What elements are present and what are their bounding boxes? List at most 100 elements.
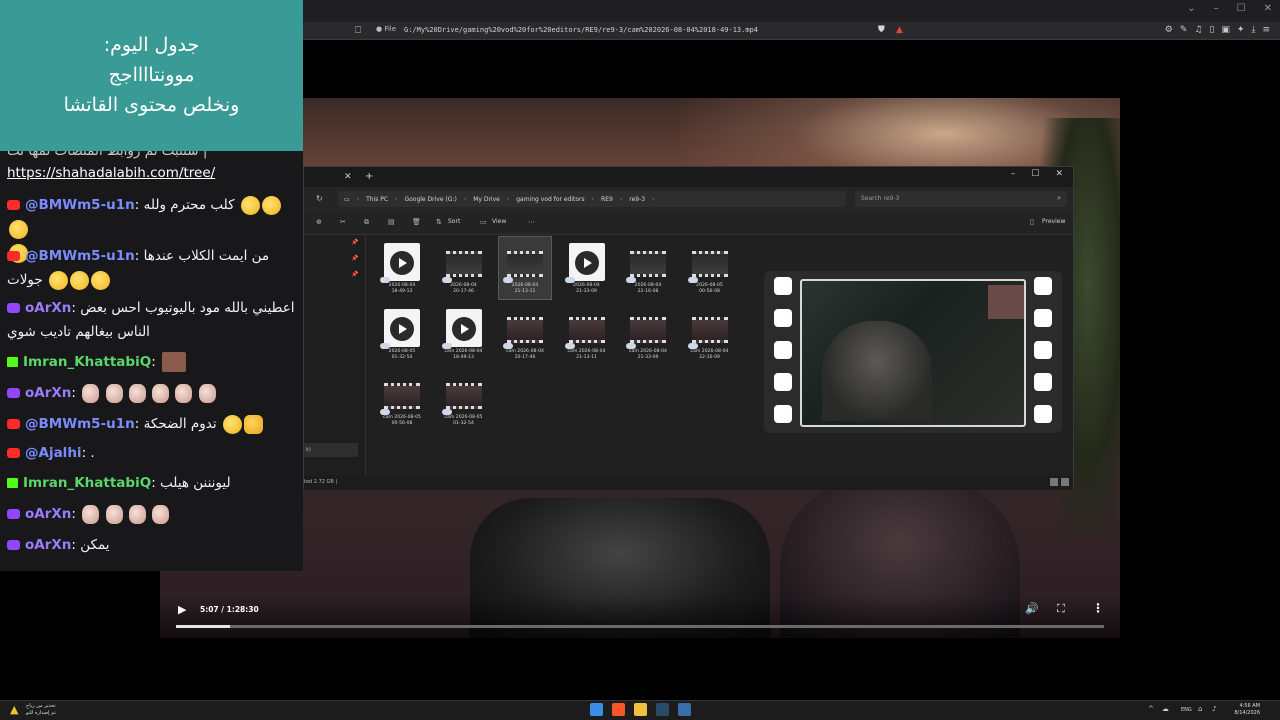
url-field[interactable]: G:/My%20Drive/gaming%20vod%20for%20edito…	[404, 26, 758, 34]
network-icon[interactable]: ⌂	[1198, 705, 1202, 713]
file-name: 2026-08-04 21-13-11	[511, 283, 539, 294]
breadcrumb-separator: ›	[652, 195, 655, 203]
video-file-icon	[384, 243, 420, 281]
volume-icon[interactable]: 🔊	[1025, 602, 1039, 615]
file-item[interactable]: cam 2026-08-04 18-49-13	[438, 303, 490, 365]
brave-shield-icon[interactable]: ⛊	[878, 25, 885, 35]
more-icon[interactable]: ⋯	[528, 218, 535, 226]
view-button[interactable]: View	[492, 218, 506, 225]
preview-pane-icon[interactable]: ▯	[1030, 218, 1034, 226]
seek-bar[interactable]	[176, 625, 1104, 628]
extension-icon[interactable]: ♫	[1194, 25, 1202, 35]
cut-icon[interactable]: ✂	[340, 218, 346, 226]
window-controls: ⌄ – ☐ ✕	[1187, 3, 1272, 14]
extension-icon[interactable]: ⚙	[1165, 25, 1173, 35]
copy-icon[interactable]: ⧉	[364, 218, 369, 227]
menu-icon[interactable]: ≡	[1262, 25, 1270, 35]
close-icon[interactable]: ✕	[1055, 169, 1063, 179]
weather-widget[interactable]: تحذير من رياح تم إصداره للتو	[26, 703, 56, 717]
preview-button[interactable]: Preview	[1042, 218, 1065, 225]
face-emote	[198, 383, 216, 403]
volume-tray-icon[interactable]: ♪	[1212, 705, 1216, 713]
breadcrumb-item[interactable]: My Drive	[473, 196, 500, 203]
tray-expand-icon[interactable]: ^	[1148, 705, 1154, 713]
tray-icon[interactable]: ☁	[1162, 705, 1169, 713]
face-emote	[105, 383, 123, 403]
nav-item-selected[interactable]: k)	[304, 443, 358, 457]
file-item[interactable]: 2026-08-04 20-17-46	[438, 237, 490, 299]
breadcrumb-item[interactable]: This PC	[366, 196, 388, 203]
breadcrumb[interactable]: ▭ › This PC › Google Drive (G:) › My Drive › g…	[338, 191, 846, 207]
face-emote	[152, 504, 170, 524]
details-view-icon[interactable]	[1050, 478, 1058, 486]
new-tab-icon[interactable]: +	[365, 171, 373, 182]
minimize-button[interactable]: –	[1214, 3, 1219, 14]
breadcrumb-item[interactable]: gaming vod for editors	[516, 196, 584, 203]
file-item[interactable]: 2026-08-04 21-33-09	[561, 237, 613, 299]
clock[interactable]: 4:56 AM 8/14/2026	[1228, 703, 1260, 717]
new-icon[interactable]: ⊕	[316, 218, 322, 226]
file-item[interactable]: 2026-08-04 22-16-08	[622, 237, 674, 299]
weather-title: تحذير من رياح	[26, 703, 56, 709]
file-item[interactable]: cam 2026-08-05 01-32-54	[438, 369, 490, 431]
more-options-icon[interactable]: ⋮	[1092, 601, 1104, 615]
file-explorer-icon[interactable]	[634, 703, 647, 716]
wallet-icon[interactable]: ▣	[1221, 25, 1230, 35]
sort-icon[interactable]: ⇅	[436, 218, 442, 226]
explorer-tab-bar: ✕ + – ☐ ✕	[304, 167, 1073, 187]
chat-text: جولات	[7, 272, 43, 288]
file-item[interactable]: cam 2026-08-04 21-13-11	[561, 303, 613, 365]
close-tab-icon[interactable]: ✕	[344, 172, 352, 182]
chat-text: ليونننن هيلب	[160, 475, 231, 491]
language-indicator[interactable]: ENG	[1181, 707, 1192, 713]
minimize-icon[interactable]: –	[1011, 169, 1016, 179]
close-button[interactable]: ✕	[1264, 3, 1272, 14]
tab-search-button[interactable]: ⌄	[1187, 3, 1195, 14]
explorer-search-input[interactable]: Search re9-3 ⌕	[855, 191, 1067, 207]
fullscreen-icon[interactable]: ⛶	[1057, 602, 1065, 616]
refresh-icon[interactable]: ↻	[316, 194, 323, 203]
chat-text: يمكن	[80, 537, 110, 553]
file-item[interactable]: cam 2026-08-04 21-33-09	[622, 303, 674, 365]
face-emote	[128, 383, 146, 403]
file-item[interactable]: cam 2026-08-04 22-16-09	[684, 303, 736, 365]
breadcrumb-separator: ›	[506, 195, 510, 203]
play-icon[interactable]: ▶	[178, 603, 186, 616]
breadcrumb-item[interactable]: RE9	[601, 196, 613, 203]
paste-icon[interactable]: ▤	[388, 218, 395, 226]
file-item[interactable]: 2026-08-04 21-13-11	[498, 236, 552, 300]
seek-bar-fill	[176, 625, 230, 628]
steam-icon[interactable]	[656, 703, 669, 716]
delete-icon[interactable]: 🗑	[412, 218, 421, 226]
sort-button[interactable]: Sort	[448, 218, 460, 225]
tiles-view-icon[interactable]	[1061, 478, 1069, 486]
chat-message: @BMWm5-u1n: تدوم الضحكة	[7, 412, 299, 436]
rofl-emoji	[70, 270, 90, 290]
download-icon[interactable]: ⤓	[1251, 25, 1255, 35]
file-item[interactable]: 2026-08-05 00-56-08	[684, 237, 736, 299]
maximize-icon[interactable]: ☐	[1031, 169, 1039, 179]
chat-link[interactable]: https://shahadalabih.com/tree/	[7, 165, 215, 181]
maximize-button[interactable]: ☐	[1237, 3, 1246, 14]
brave-rewards-icon[interactable]: ▲	[896, 25, 903, 35]
breadcrumb-item[interactable]: re9-3	[629, 196, 645, 203]
chat-username: oArXn	[25, 506, 72, 522]
explorer-window-controls: – ☐ ✕	[1011, 169, 1063, 179]
breadcrumb-item[interactable]: Google Drive (G:)	[404, 196, 456, 203]
file-item[interactable]: 2026-08-04 18-49-13	[376, 237, 428, 299]
file-name: 2026-08-04 22-16-08	[634, 283, 662, 294]
rofl-emoji	[91, 270, 111, 290]
extension-icon[interactable]: ✎	[1180, 25, 1188, 35]
file-item[interactable]: 2026-08-05 01-32-54	[376, 303, 428, 365]
app-icon[interactable]	[678, 703, 691, 716]
start-icon[interactable]	[590, 703, 603, 716]
file-item[interactable]: cam 2026-08-05 00-56-08	[376, 369, 428, 431]
file-item[interactable]: cam 2026-08-04 20-17-46	[499, 303, 551, 365]
view-icon[interactable]: ▭	[480, 218, 487, 226]
bookmark-icon[interactable]: ⎕	[355, 25, 361, 36]
file-name: cam 2026-08-04 21-33-09	[629, 349, 667, 360]
leo-icon[interactable]: ✦	[1237, 25, 1245, 35]
weather-warning-icon[interactable]: ▲	[10, 703, 18, 716]
sidebar-icon[interactable]: ▯	[1209, 25, 1214, 35]
brave-icon[interactable]	[612, 703, 625, 716]
